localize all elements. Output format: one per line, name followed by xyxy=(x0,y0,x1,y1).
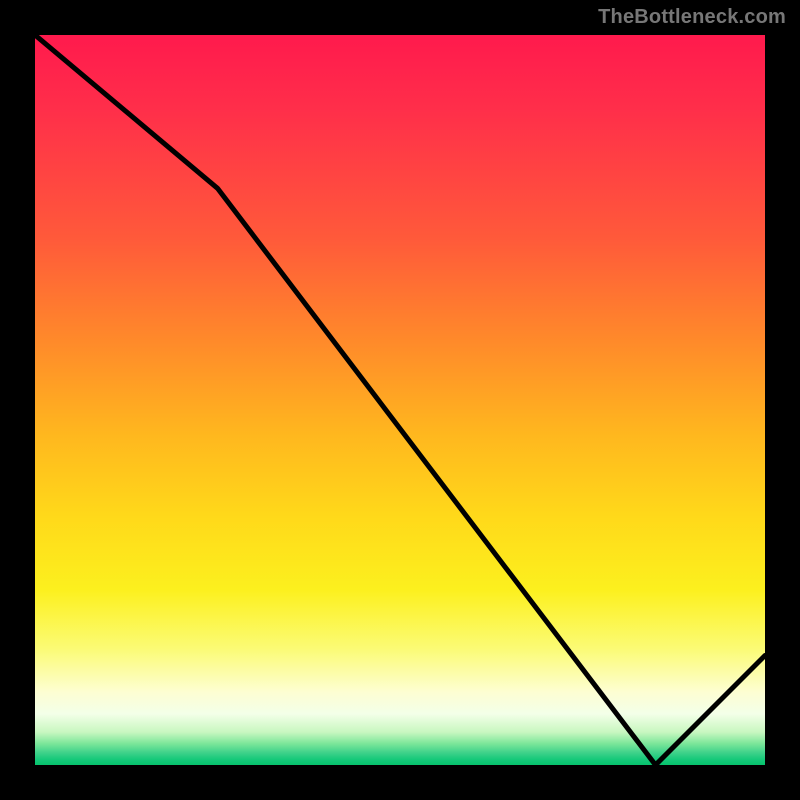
plot-area xyxy=(35,35,765,765)
watermark-text: TheBottleneck.com xyxy=(598,6,786,29)
bottleneck-curve xyxy=(35,35,765,765)
chart-frame: TheBottleneck.com xyxy=(0,0,800,800)
curve-path xyxy=(35,35,765,765)
